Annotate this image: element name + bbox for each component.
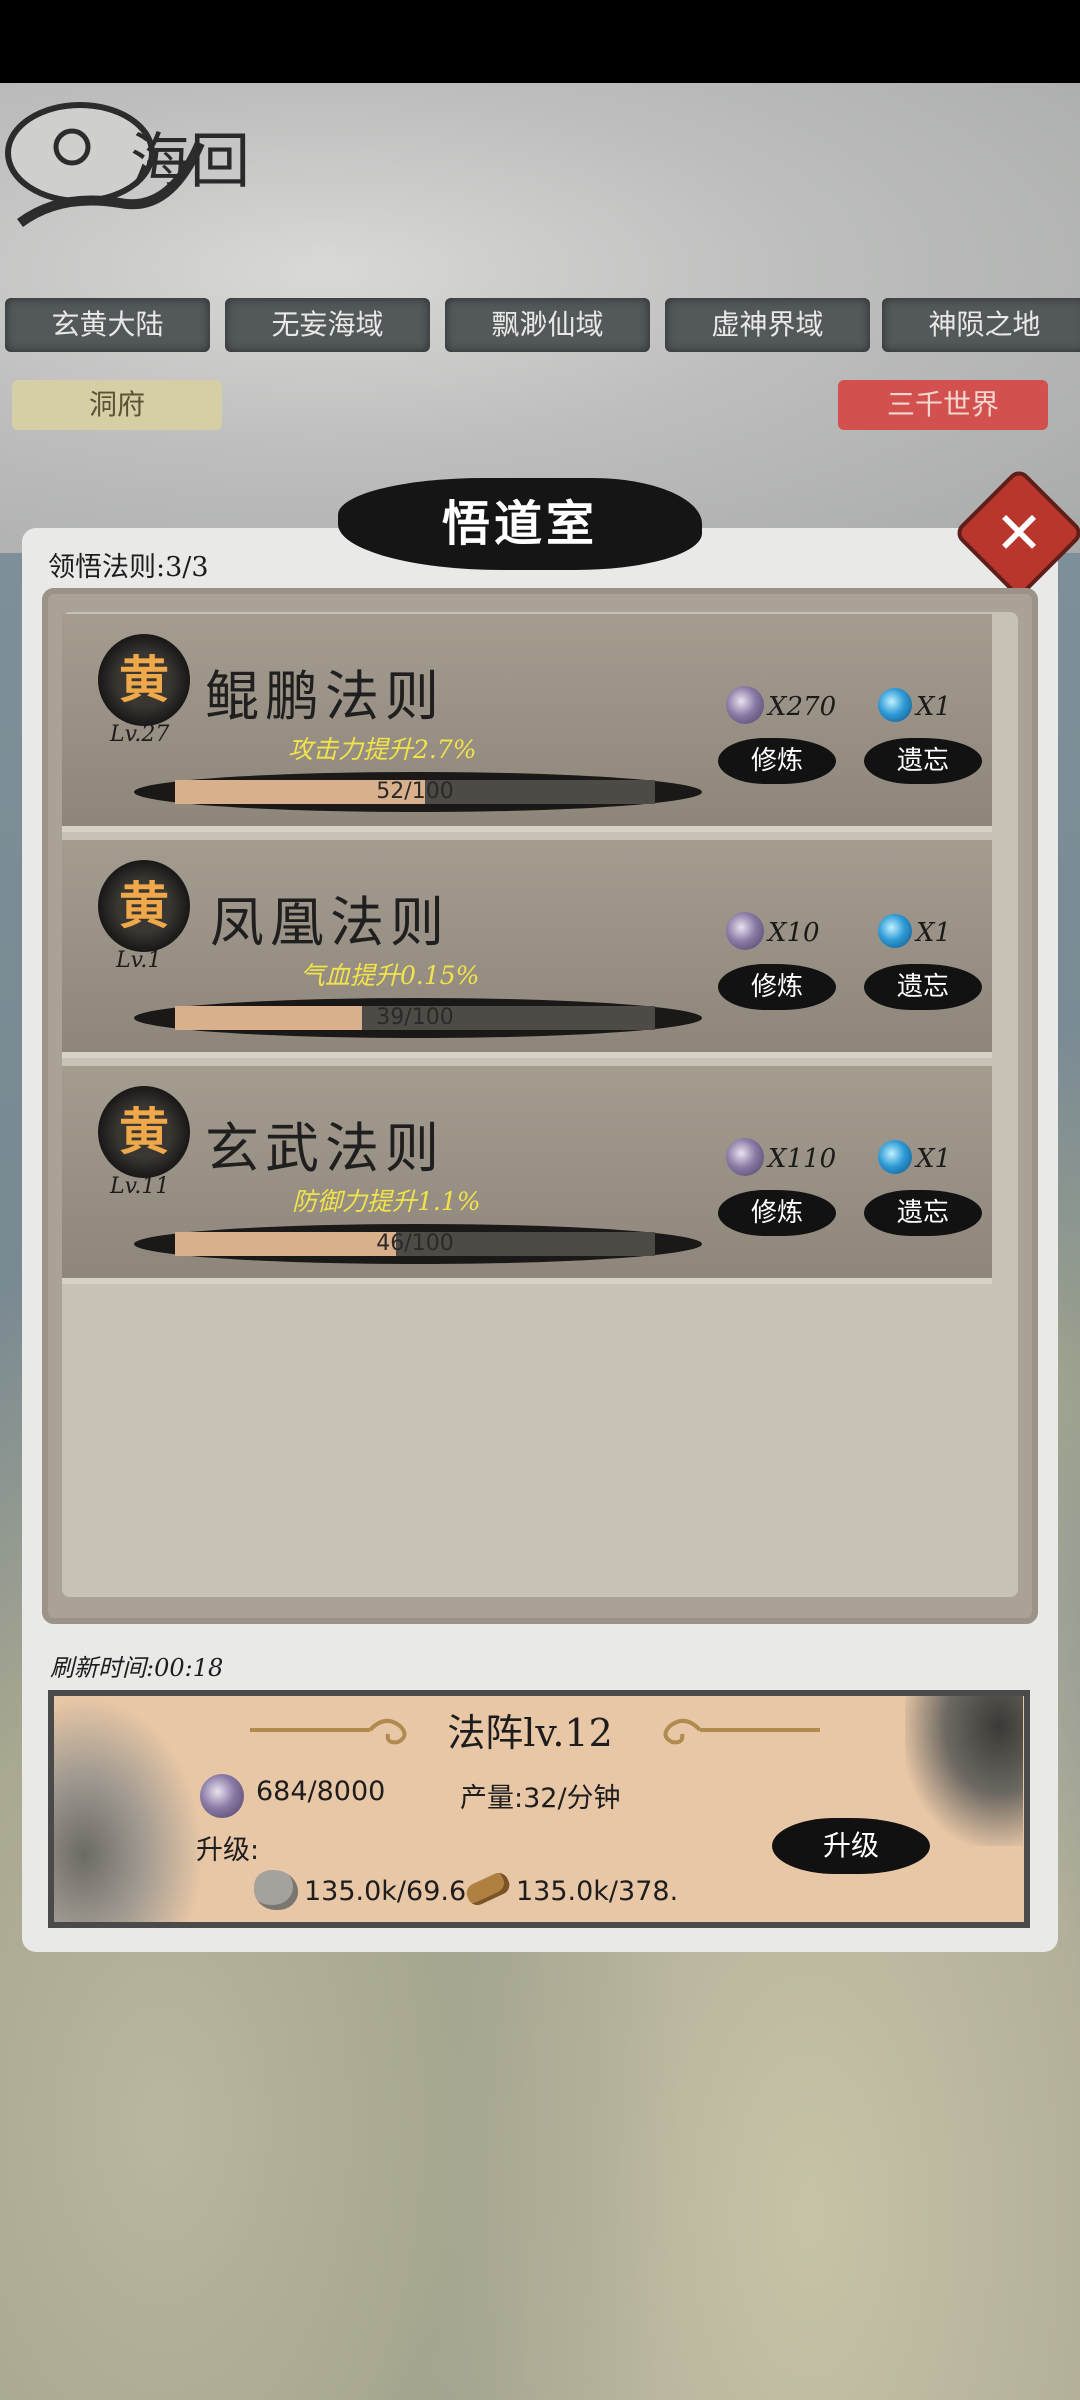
law-bonus: 防御力提升1.1% [292, 1187, 481, 1216]
wood-cost: 135.0k/378. [516, 1876, 679, 1907]
forget-button[interactable]: 遗忘 [864, 1190, 982, 1236]
region-tab-xushen[interactable]: 虚神界域 [665, 298, 870, 352]
upgrade-requirement-label: 升级: [196, 1835, 260, 1866]
orb-cost: X1 [916, 1144, 952, 1174]
grade-badge: 黄 [98, 1086, 190, 1178]
region-tab-wuwang[interactable]: 无妄海域 [225, 298, 430, 352]
array-output: 产量:32/分钟 [460, 1783, 621, 1814]
ink-wash-decoration [905, 1696, 1023, 1846]
status-bar [0, 0, 1080, 83]
forget-button[interactable]: 遗忘 [864, 964, 982, 1010]
dialog-title: 悟道室 [338, 478, 702, 570]
train-button[interactable]: 修炼 [718, 964, 836, 1010]
array-stone-amount: 684/8000 [256, 1776, 386, 1807]
logo-text: 海回 [130, 127, 250, 197]
stone-cost: X110 [768, 1144, 837, 1174]
region-tab-piaomiao[interactable]: 飘渺仙域 [445, 298, 650, 352]
ink-wash-decoration [54, 1696, 204, 1922]
grade-badge: 黄 [98, 860, 190, 952]
region-tab-shenyun[interactable]: 神陨之地 [882, 298, 1080, 352]
stone-cost: X270 [768, 692, 837, 722]
train-button[interactable]: 修炼 [718, 738, 836, 784]
progress-text: 52/100 [376, 779, 454, 804]
orb-cost: X1 [916, 692, 952, 722]
rock-icon [254, 1870, 298, 1910]
progress-text: 39/100 [376, 1005, 454, 1030]
grade-badge: 黄 [98, 634, 190, 726]
region-tab-xuanhuang[interactable]: 玄黄大陆 [5, 298, 210, 352]
law-level: Lv.27 [110, 722, 170, 747]
stone-cost: X10 [768, 918, 820, 948]
spirit-orb-icon [878, 1140, 912, 1174]
law-name: 凤凰法则 [210, 891, 450, 954]
train-button[interactable]: 修炼 [718, 1190, 836, 1236]
close-icon[interactable]: ✕ [976, 490, 1062, 576]
law-name: 鲲鹏法则 [205, 665, 445, 728]
law-level: Lv.1 [116, 948, 162, 973]
forget-button[interactable]: 遗忘 [864, 738, 982, 784]
array-title: 法阵lv.12 [447, 1711, 613, 1755]
spirit-stone-icon [726, 1138, 764, 1176]
game-logo: 海回 [0, 83, 290, 253]
three-thousand-worlds-button[interactable]: 三千世界 [838, 380, 1048, 430]
spirit-orb-icon [878, 688, 912, 722]
law-level: Lv.11 [110, 1174, 170, 1199]
law-bonus: 攻击力提升2.7% [288, 735, 477, 764]
law-name: 玄武法则 [205, 1117, 445, 1180]
orb-cost: X1 [916, 918, 952, 948]
rock-cost: 135.0k/69.6 [304, 1876, 467, 1907]
law-bonus: 气血提升0.15% [300, 961, 480, 990]
refresh-timer: 刷新时间:00:18 [50, 1654, 224, 1682]
spirit-stone-icon [200, 1774, 244, 1818]
spirit-orb-icon [878, 914, 912, 948]
spirit-stone-icon [726, 912, 764, 950]
spirit-stone-icon [726, 686, 764, 724]
progress-text: 46/100 [376, 1231, 454, 1256]
home-button[interactable]: 洞府 [12, 380, 222, 430]
comprehend-count: 领悟法则:3/3 [48, 552, 209, 583]
upgrade-button[interactable]: 升级 [772, 1818, 930, 1874]
